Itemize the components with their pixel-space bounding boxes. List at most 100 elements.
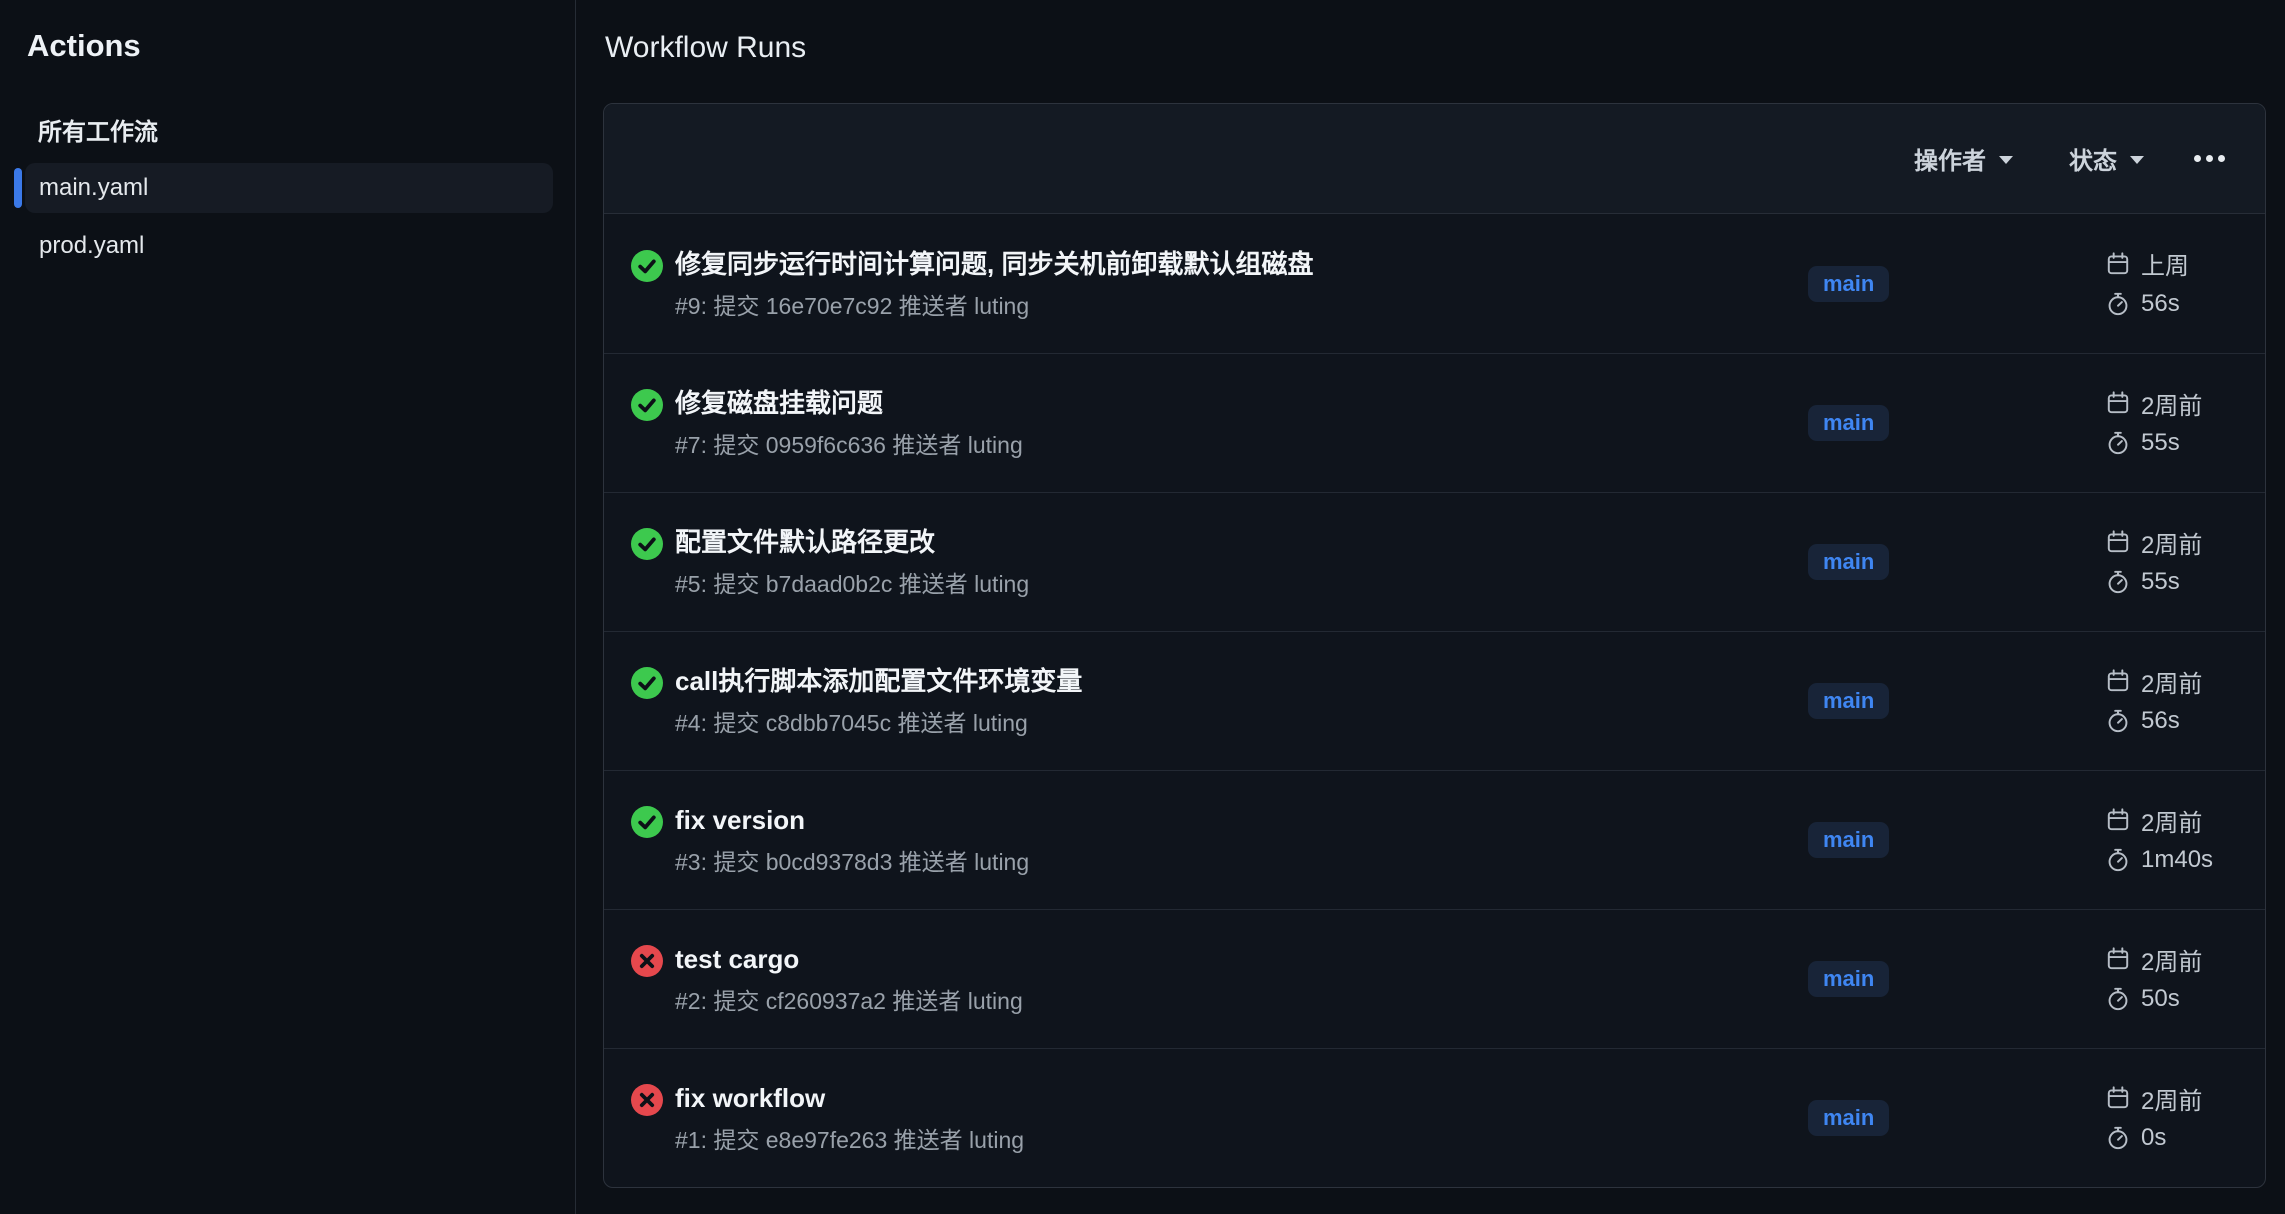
- run-date: 2周前: [2141, 803, 2202, 838]
- run-title-link[interactable]: fix workflow: [675, 1081, 1024, 1116]
- stopwatch-icon: [2105, 430, 2131, 456]
- stopwatch-icon: [2105, 847, 2131, 873]
- more-options-button[interactable]: [2192, 149, 2227, 168]
- run-times: 2周前 56s: [2105, 664, 2202, 738]
- sidebar-item-label: main.yaml: [39, 174, 148, 202]
- runs-toolbar: 操作者 状态: [604, 104, 2265, 214]
- branch-badge[interactable]: main: [1808, 1100, 1889, 1136]
- check-circle-icon: [631, 806, 663, 838]
- branch-badge[interactable]: main: [1808, 683, 1889, 719]
- run-duration: 0s: [2141, 1124, 2166, 1152]
- run-summary: call执行脚本添加配置文件环境变量 #4: 提交 c8dbb7045c 推送者…: [631, 664, 1082, 738]
- branch-badge[interactable]: main: [1808, 961, 1889, 997]
- run-date: 2周前: [2141, 525, 2202, 560]
- kebab-dot: [2206, 155, 2213, 162]
- check-circle-icon: [631, 389, 663, 421]
- workflow-runs-panel: Workflow Runs 操作者 状态: [576, 0, 2285, 1214]
- status-filter-label: 状态: [2069, 141, 2117, 176]
- sidebar-item-all-workflows[interactable]: 所有工作流: [38, 118, 575, 148]
- run-title-link[interactable]: call执行脚本添加配置文件环境变量: [675, 664, 1082, 699]
- workflow-file-list: main.yaml prod.yaml: [0, 163, 575, 271]
- check-circle-icon: [631, 667, 663, 699]
- calendar-icon: [2105, 390, 2131, 416]
- workflow-run-row: 修复同步运行时间计算问题, 同步关机前卸载默认组磁盘 #9: 提交 16e70e…: [604, 214, 2265, 353]
- success-check-icon: [631, 389, 663, 421]
- stopwatch-icon: [2105, 569, 2131, 595]
- run-times: 2周前 55s: [2105, 386, 2202, 460]
- chevron-down-icon: [1999, 156, 2013, 164]
- run-times: 2周前 55s: [2105, 525, 2202, 599]
- workflow-run-row: 配置文件默认路径更改 #5: 提交 b7daad0b2c 推送者 luting …: [604, 492, 2265, 631]
- sidebar-item-main.yaml[interactable]: main.yaml: [25, 163, 553, 213]
- check-circle-icon: [631, 250, 663, 282]
- run-duration: 55s: [2141, 429, 2180, 457]
- run-times: 2周前 50s: [2105, 942, 2202, 1016]
- run-title-link[interactable]: 修复同步运行时间计算问题, 同步关机前卸载默认组磁盘: [675, 247, 1313, 282]
- calendar-icon: [2105, 946, 2131, 972]
- success-check-icon: [631, 806, 663, 838]
- branch-badge[interactable]: main: [1808, 405, 1889, 441]
- branch-badge[interactable]: main: [1808, 822, 1889, 858]
- run-duration: 55s: [2141, 568, 2180, 596]
- calendar-icon: [2105, 529, 2131, 555]
- calendar-icon: [2105, 1085, 2131, 1111]
- stopwatch-icon: [2105, 708, 2131, 734]
- run-commit-meta: #3: 提交 b0cd9378d3 推送者 luting: [675, 847, 1029, 877]
- run-commit-meta: #7: 提交 0959f6c636 推送者 luting: [675, 430, 1023, 460]
- workflow-run-row: test cargo #2: 提交 cf260937a2 推送者 luting …: [604, 909, 2265, 1048]
- check-circle-icon: [631, 528, 663, 560]
- run-commit-meta: #4: 提交 c8dbb7045c 推送者 luting: [675, 708, 1082, 738]
- branch-badge[interactable]: main: [1808, 544, 1889, 580]
- x-circle-icon: [631, 1084, 663, 1116]
- run-date: 2周前: [2141, 386, 2202, 421]
- actor-filter-dropdown[interactable]: 操作者: [1914, 141, 2013, 176]
- x-circle-icon: [631, 945, 663, 977]
- success-check-icon: [631, 250, 663, 282]
- run-commit-meta: #9: 提交 16e70e7c92 推送者 luting: [675, 291, 1313, 321]
- workflow-run-row: call执行脚本添加配置文件环境变量 #4: 提交 c8dbb7045c 推送者…: [604, 631, 2265, 770]
- run-summary: 修复同步运行时间计算问题, 同步关机前卸载默认组磁盘 #9: 提交 16e70e…: [631, 247, 1313, 321]
- run-duration: 50s: [2141, 985, 2180, 1013]
- workflow-run-row: fix workflow #1: 提交 e8e97fe263 推送者 lutin…: [604, 1048, 2265, 1187]
- run-date: 2周前: [2141, 664, 2202, 699]
- chevron-down-icon: [2130, 156, 2144, 164]
- stopwatch-icon: [2105, 986, 2131, 1012]
- workflow-run-row: fix version #3: 提交 b0cd9378d3 推送者 luting…: [604, 770, 2265, 909]
- selected-accent-bar: [14, 168, 22, 208]
- success-check-icon: [631, 667, 663, 699]
- sidebar-item-label: prod.yaml: [39, 232, 144, 260]
- workflow-run-row: 修复磁盘挂载问题 #7: 提交 0959f6c636 推送者 luting ma…: [604, 353, 2265, 492]
- actions-sidebar: Actions 所有工作流 main.yaml prod.yaml: [0, 0, 576, 1214]
- page-title: Workflow Runs: [605, 28, 2285, 68]
- sidebar-title: Actions: [27, 26, 575, 66]
- stopwatch-icon: [2105, 1125, 2131, 1151]
- run-duration: 56s: [2141, 707, 2180, 735]
- failure-x-icon: [631, 1084, 663, 1116]
- run-title-link[interactable]: test cargo: [675, 942, 1023, 977]
- run-title-link[interactable]: 修复磁盘挂载问题: [675, 386, 1023, 421]
- run-times: 2周前 0s: [2105, 1081, 2202, 1155]
- run-date: 上周: [2141, 246, 2189, 281]
- kebab-dot: [2218, 155, 2225, 162]
- sidebar-item-prod.yaml[interactable]: prod.yaml: [25, 221, 553, 271]
- run-summary: fix workflow #1: 提交 e8e97fe263 推送者 lutin…: [631, 1081, 1024, 1155]
- workflow-run-list: 修复同步运行时间计算问题, 同步关机前卸载默认组磁盘 #9: 提交 16e70e…: [604, 214, 2265, 1187]
- run-duration: 1m40s: [2141, 846, 2213, 874]
- run-summary: test cargo #2: 提交 cf260937a2 推送者 luting: [631, 942, 1023, 1016]
- failure-x-icon: [631, 945, 663, 977]
- run-summary: 修复磁盘挂载问题 #7: 提交 0959f6c636 推送者 luting: [631, 386, 1023, 460]
- status-filter-dropdown[interactable]: 状态: [2069, 141, 2144, 176]
- run-times: 上周 56s: [2105, 247, 2189, 321]
- calendar-icon: [2105, 251, 2131, 277]
- run-commit-meta: #5: 提交 b7daad0b2c 推送者 luting: [675, 569, 1029, 599]
- run-date: 2周前: [2141, 942, 2202, 977]
- branch-badge[interactable]: main: [1808, 266, 1889, 302]
- run-date: 2周前: [2141, 1081, 2202, 1116]
- run-times: 2周前 1m40s: [2105, 803, 2213, 877]
- kebab-dot: [2194, 155, 2201, 162]
- actor-filter-label: 操作者: [1914, 141, 1986, 176]
- run-duration: 56s: [2141, 290, 2180, 318]
- run-title-link[interactable]: 配置文件默认路径更改: [675, 525, 1029, 560]
- run-summary: 配置文件默认路径更改 #5: 提交 b7daad0b2c 推送者 luting: [631, 525, 1029, 599]
- run-title-link[interactable]: fix version: [675, 803, 1029, 838]
